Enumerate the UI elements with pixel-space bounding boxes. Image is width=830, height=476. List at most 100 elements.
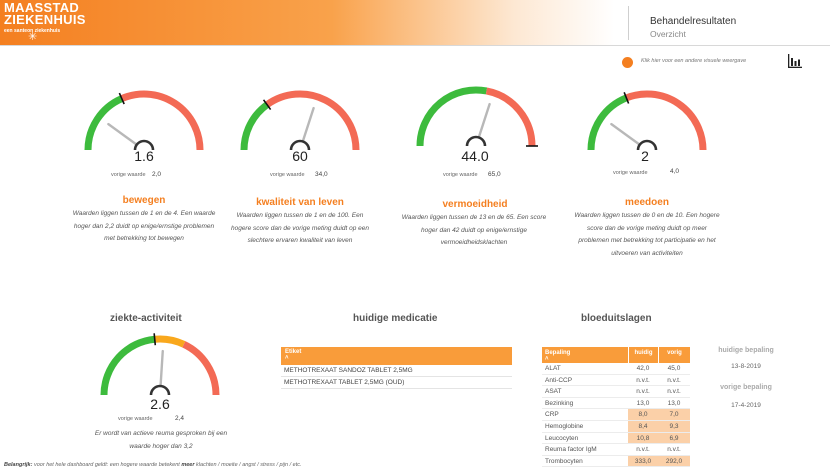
table-row: Anti-CCP n.v.t. n.v.t. (542, 375, 690, 387)
previous-value: 65,0 (488, 171, 501, 178)
current-measurement-label: huidige bepaling (718, 347, 774, 354)
column-header-bepaling[interactable]: Bepaling ˄ (542, 347, 628, 363)
previous-label: vorige waarde (270, 172, 305, 178)
previous-value: 2,0 (152, 171, 162, 178)
footnote-emphasis: meer (181, 462, 195, 468)
column-header-vorig[interactable]: vorig (658, 347, 690, 363)
gauge-description: Er wordt van actieve reuma gesproken bij… (94, 430, 228, 450)
table-row: Trombocyten 333,0 292,0 (542, 455, 690, 468)
footnote-text-end: klachten / moeite / angst / stress / pij… (194, 462, 302, 468)
blood-results-table: Bepaling ˄ huidig vorig ALAT 42,0 45,0 Anti-… (542, 347, 690, 468)
table-row: ASAT n.v.t. n.v.t. (542, 386, 690, 398)
bepaling-cell: CRP (545, 411, 559, 419)
bepaling-cell: Reuma factor IgM (545, 446, 597, 454)
previous-label: vorige waarde (613, 170, 648, 176)
gauge-dial (587, 90, 707, 151)
vorig-cell: 45,0 (667, 365, 681, 372)
gauge-dial (240, 90, 360, 151)
bepaling-cell: Trombocyten (545, 457, 583, 465)
section-title: ziekte-activiteit (110, 313, 182, 324)
view-toggle-hint: Klik hier voor een andere visuele weerga… (641, 58, 747, 64)
vorig-cell: n.v.t. (667, 376, 681, 384)
bar-chart-icon[interactable] (787, 53, 803, 69)
page-title: Behandelresultaten (650, 16, 737, 27)
gauge-arc-segment (485, 87, 536, 147)
table-row: Bezinking 13,0 13,0 (542, 398, 690, 410)
view-toggle-button[interactable] (622, 57, 633, 68)
previous-label: vorige waarde (118, 416, 153, 422)
gauge-title: kwaliteit van leven (256, 197, 344, 208)
logo-line2: ZIEKENHUIS (4, 12, 86, 27)
gauge-description: Waarden liggen tussen de 1 en de 100. Ee… (230, 212, 370, 244)
gauge-hub (149, 384, 171, 396)
huidig-cell: n.v.t. (636, 376, 650, 384)
vorig-cell: 6,9 (658, 432, 690, 444)
previous-measurement-date: 17-4-2019 (731, 402, 761, 409)
gauge-arc-segment (587, 94, 628, 151)
medication-column-header[interactable]: Etiket ˄ (281, 347, 512, 365)
gauge-value: 1.6 (134, 148, 154, 164)
blood-results-title: bloeduitslagen (581, 313, 652, 324)
header-divider (628, 6, 629, 40)
gauge-needle (301, 106, 315, 142)
logo-subtitle: een santeon ziekenhuis (4, 28, 61, 34)
gauge-arc-segment (240, 101, 270, 151)
medication-row: METHOTREXAAT SANDOZ TABLET 2,5MG (281, 365, 512, 377)
gauge-title: vermoeidheid (442, 199, 508, 210)
huidig-cell: 10,8 (628, 432, 658, 444)
huidig-cell: n.v.t. (636, 446, 650, 454)
previous-label: vorige waarde (111, 172, 146, 178)
table-row: ALAT 42,0 45,0 (542, 363, 690, 375)
bepaling-cell: Hemoglobine (545, 422, 584, 430)
bepaling-cell: Leucocyten (545, 434, 579, 442)
gauge-description: Waarden liggen tussen de 1 en de 4. Een … (72, 210, 216, 242)
medication-title: huidige medicatie (353, 313, 438, 324)
star-icon: ✳ (28, 31, 38, 43)
gauge-arc-segment (100, 335, 156, 396)
table-row: Reuma factor IgM n.v.t. n.v.t. (542, 444, 690, 456)
gauge-needle (610, 122, 641, 146)
gauge-arc-segment (265, 90, 360, 151)
sort-icon: ˄ (285, 355, 289, 361)
previous-label: vorige waarde (443, 172, 478, 178)
column-header-huidig[interactable]: huidig (628, 347, 658, 363)
gauge-description: Waarden liggen tussen de 13 en de 65. Ee… (401, 214, 547, 246)
gauge-marker (153, 333, 157, 346)
gauge-title: meedoen (625, 197, 669, 208)
gauge-needle (159, 349, 164, 387)
huidig-cell: 8,0 (628, 409, 658, 420)
huidig-cell: n.v.t. (636, 388, 650, 396)
table-header: Bepaling ˄ huidig vorig (542, 347, 690, 363)
current-measurement-date: 13-8-2019 (731, 363, 761, 370)
gauge-value: 2.6 (150, 396, 170, 412)
previous-measurement-label: vorige bepaling (720, 384, 772, 391)
bepaling-cell: Anti-CCP (545, 376, 573, 384)
table-body: ALAT 42,0 45,0 Anti-CCP n.v.t. n.v.t. ASAT n.v.… (542, 363, 690, 468)
gauge-value: 44.0 (461, 148, 489, 164)
huidig-cell: 333,0 (628, 455, 658, 467)
gauge-needle (107, 122, 138, 146)
footnote-text: voor het hele dashboard geldt: een hoger… (32, 462, 182, 468)
previous-value: 4,0 (670, 168, 680, 175)
gauge-needle (477, 102, 491, 138)
medication-row: METHOTREXAAT TABLET 2,5MG (OUD) (281, 377, 512, 389)
medication-table: Etiket ˄ METHOTREXAAT SANDOZ TABLET 2,5MG… (281, 347, 512, 389)
gauge-dial (416, 86, 538, 147)
huidig-cell: 8,4 (628, 420, 658, 432)
gauge-arc-segment (625, 90, 707, 151)
gauge-description: Waarden liggen tussen de 0 en de 10. Een… (574, 212, 720, 257)
gauge-value: 2 (641, 148, 649, 164)
gauge-hub (465, 135, 487, 147)
bepaling-cell: ASAT (545, 388, 562, 396)
gauge-value: 60 (292, 148, 308, 164)
bepaling-cell: ALAT (545, 365, 561, 372)
page-subtitle: Overzicht (650, 29, 686, 39)
hospital-logo: MAASSTAD ZIEKENHUIS een santeon ziekenhu… (4, 1, 86, 34)
footnote: Belangrijk: voor het hele dashboard geld… (4, 462, 302, 468)
vorig-cell: 9,3 (658, 420, 690, 432)
gauge-dial (84, 90, 204, 151)
gauge-arc-segment (182, 341, 220, 396)
bepaling-cell: Bezinking (545, 399, 574, 407)
table-row: Hemoglobine 8,4 9,3 (542, 420, 690, 433)
app-header: MAASSTAD ZIEKENHUIS een santeon ziekenhu… (0, 0, 830, 46)
